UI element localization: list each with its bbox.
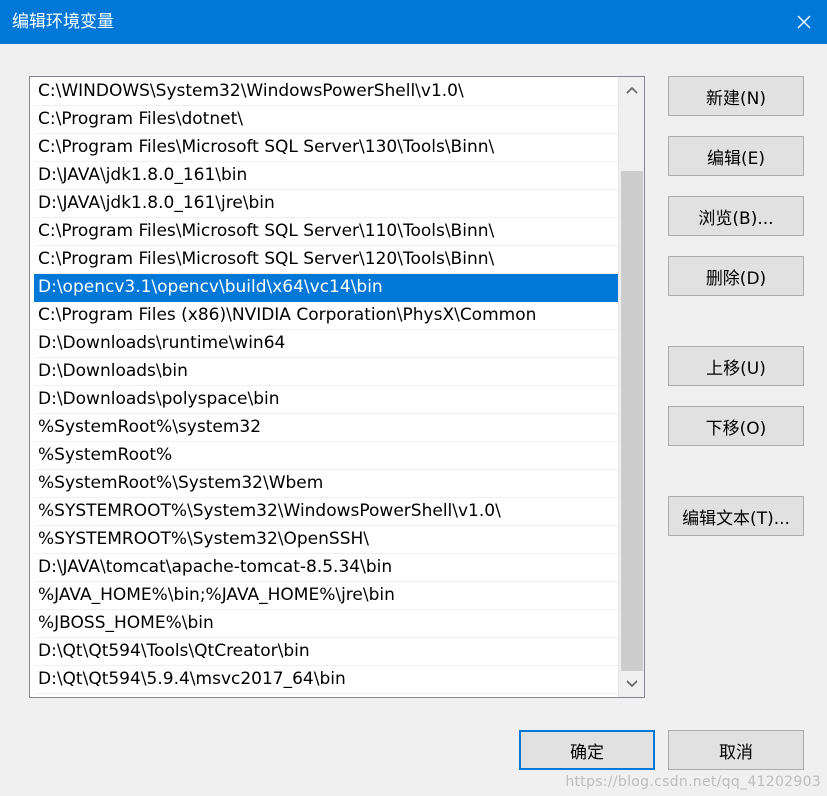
list-item[interactable]: C:\Program Files (x86)\NVIDIA Corporatio… xyxy=(34,302,618,330)
list-item[interactable]: C:\WINDOWS\System32\WindowsPowerShell\v1… xyxy=(34,78,618,106)
list-item[interactable]: D:\Downloads\runtime\win64 xyxy=(34,330,618,358)
cancel-button[interactable]: 取消 xyxy=(668,730,804,770)
close-button[interactable] xyxy=(781,0,827,44)
list-item[interactable]: D:\Downloads\polyspace\bin xyxy=(34,386,618,414)
move-up-button[interactable]: 上移(U) xyxy=(668,346,804,386)
new-button[interactable]: 新建(N) xyxy=(668,76,804,116)
list-item[interactable]: D:\JAVA\jdk1.8.0_161\bin xyxy=(34,162,618,190)
list-item[interactable]: %JAVA_HOME%\bin;%JAVA_HOME%\jre\bin xyxy=(34,582,618,610)
list-item[interactable]: %SYSTEMROOT%\System32\OpenSSH\ xyxy=(34,526,618,554)
scroll-down-button[interactable] xyxy=(619,671,644,697)
list-item[interactable]: C:\Program Files\Microsoft SQL Server\11… xyxy=(34,218,618,246)
list-item[interactable]: %SystemRoot% xyxy=(34,442,618,470)
vertical-scrollbar[interactable] xyxy=(618,77,644,697)
scrollbar-thumb[interactable] xyxy=(621,171,643,671)
list-item[interactable]: %SystemRoot%\system32 xyxy=(34,414,618,442)
list-item[interactable]: D:\Downloads\bin xyxy=(34,358,618,386)
list-item[interactable]: D:\Qt\Qt594\Tools\QtCreator\bin xyxy=(34,638,618,666)
close-icon xyxy=(797,15,811,29)
list-item[interactable]: C:\Program Files\Microsoft SQL Server\12… xyxy=(34,246,618,274)
list-item[interactable]: C:\Program Files\Microsoft SQL Server\13… xyxy=(34,134,618,162)
delete-button[interactable]: 删除(D) xyxy=(668,256,804,296)
scroll-up-button[interactable] xyxy=(619,77,644,103)
window-title: 编辑环境变量 xyxy=(12,12,114,32)
chevron-up-icon xyxy=(626,86,638,94)
ok-button[interactable]: 确定 xyxy=(519,730,655,770)
list-item[interactable]: %JBOSS_HOME%\bin xyxy=(34,610,618,638)
path-list-rows: C:\WINDOWS\System32\WindowsPowerShell\v1… xyxy=(34,78,618,694)
list-item[interactable]: D:\JAVA\jdk1.8.0_161\jre\bin xyxy=(34,190,618,218)
list-item[interactable]: D:\Qt\Qt594\5.9.4\msvc2017_64\bin xyxy=(34,666,618,694)
edit-text-button[interactable]: 编辑文本(T)... xyxy=(668,496,804,536)
list-item[interactable]: D:\JAVA\tomcat\apache-tomcat-8.5.34\bin xyxy=(34,554,618,582)
title-bar: 编辑环境变量 xyxy=(0,0,827,44)
list-item[interactable]: %SystemRoot%\System32\Wbem xyxy=(34,470,618,498)
browse-button[interactable]: 浏览(B)... xyxy=(668,196,804,236)
move-down-button[interactable]: 下移(O) xyxy=(668,406,804,446)
list-item[interactable]: %SYSTEMROOT%\System32\WindowsPowerShell\… xyxy=(34,498,618,526)
path-list[interactable]: C:\WINDOWS\System32\WindowsPowerShell\v1… xyxy=(29,76,645,698)
edit-button[interactable]: 编辑(E) xyxy=(668,136,804,176)
chevron-down-icon xyxy=(626,680,638,688)
list-item[interactable]: C:\Program Files\dotnet\ xyxy=(34,106,618,134)
list-item-selected[interactable]: D:\opencv3.1\opencv\build\x64\vc14\bin xyxy=(34,274,618,302)
watermark: https://blog.csdn.net/qq_41202903 xyxy=(565,774,821,790)
